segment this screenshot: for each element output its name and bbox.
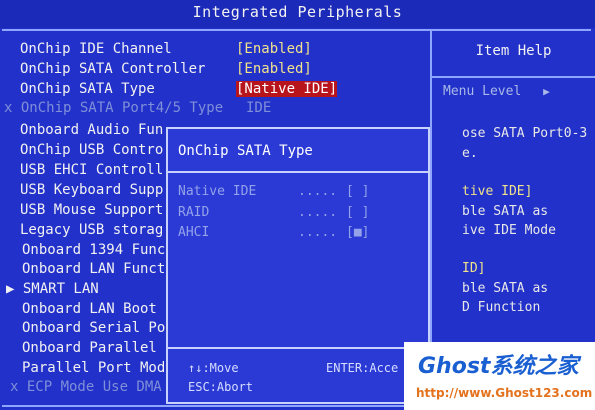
- menu-item-ecp-mode-dma: x ECP Mode Use DMA: [10, 379, 162, 395]
- menu-value-onchip-ide-channel[interactable]: [Enabled]: [236, 41, 312, 57]
- menu-item-onboard-lan-boot[interactable]: Onboard LAN Boot: [22, 301, 157, 317]
- menu-item-onboard-audio[interactable]: Onboard Audio Fun: [20, 122, 163, 138]
- menu-item-onboard-parallel[interactable]: Onboard Parallel: [22, 340, 157, 356]
- menu-item-onboard-lan-function[interactable]: Onboard LAN Funct: [22, 261, 165, 277]
- option-checkbox[interactable]: [ ]: [346, 184, 369, 199]
- menu-level-label: Menu Level: [443, 84, 522, 99]
- menu-item-onboard-serial-port[interactable]: Onboard Serial Po: [22, 320, 165, 336]
- menu-item-onchip-usb[interactable]: OnChip USB Contro: [20, 142, 163, 158]
- help-line: e.: [462, 146, 478, 161]
- help-line: ble SATA as: [462, 281, 549, 296]
- dialog-footer-separator: [168, 347, 428, 349]
- menu-level: Menu Level ▶: [443, 84, 550, 99]
- help-line: ive IDE Mode: [462, 223, 556, 238]
- option-raid[interactable]: RAID..... [ ]: [178, 205, 369, 220]
- menu-level-arrow-icon: ▶: [543, 85, 550, 98]
- watermark-logo: Ghost系统之家 http://www.Ghost123.com: [404, 342, 595, 410]
- page-title: Integrated Peripherals: [0, 0, 595, 28]
- option-ahci[interactable]: AHCI..... [■]: [178, 225, 369, 240]
- menu-item-onchip-sata-type[interactable]: OnChip SATA Type: [20, 81, 155, 97]
- menu-item-usb-keyboard[interactable]: USB Keyboard Supp: [20, 182, 163, 198]
- footer-abort-hint: ESC:Abort: [188, 380, 254, 394]
- option-native-ide[interactable]: Native IDE..... [ ]: [178, 184, 369, 199]
- menu-value-sata-port45-type: IDE: [246, 100, 272, 116]
- menu-value-onchip-sata-controller[interactable]: [Enabled]: [236, 61, 312, 77]
- menu-item-sata-port45-type: x OnChip SATA Port4/5 Type: [4, 100, 224, 116]
- footer-enter-hint: ENTER:Acce: [326, 361, 399, 375]
- option-dots: .....: [298, 205, 338, 220]
- menu-item-usb-mouse[interactable]: USB Mouse Support: [20, 202, 163, 218]
- option-checkbox[interactable]: [■]: [346, 225, 369, 240]
- menu-item-onchip-ide-channel[interactable]: OnChip IDE Channel: [20, 41, 172, 57]
- menu-item-usb-ehci[interactable]: USB EHCI Controll: [20, 162, 163, 178]
- menu-item-smart-lan[interactable]: ▶ SMART LAN: [6, 281, 99, 297]
- option-dots: .....: [298, 184, 338, 199]
- footer-move-hint: ↑↓:Move: [188, 361, 239, 375]
- bios-screen: Integrated Peripherals Item Help Menu Le…: [0, 0, 595, 410]
- menu-item-onchip-sata-controller[interactable]: OnChip SATA Controller: [20, 61, 205, 77]
- option-checkbox[interactable]: [ ]: [346, 205, 369, 220]
- dialog-title: OnChip SATA Type: [178, 143, 313, 159]
- menu-item-legacy-usb-storage[interactable]: Legacy USB storag: [20, 222, 163, 238]
- help-separator: [432, 76, 595, 78]
- option-dots: .....: [298, 225, 338, 240]
- help-line: ose SATA Port0-3: [462, 126, 588, 141]
- option-label: AHCI: [178, 225, 210, 240]
- option-label: Native IDE: [178, 184, 257, 199]
- dialog-title-separator: [168, 171, 428, 173]
- item-help-header: Item Help: [475, 43, 552, 59]
- watermark-title: Ghost系统之家: [418, 354, 579, 379]
- sata-type-dialog: OnChip SATA Type Native IDE..... [ ] RAID…: [166, 127, 430, 404]
- help-line: ble SATA as: [462, 204, 549, 219]
- menu-item-onboard-1394[interactable]: Onboard 1394 Func: [22, 242, 165, 258]
- help-line: D Function: [462, 300, 541, 315]
- menu-value-onchip-sata-type[interactable]: [Native IDE]: [236, 81, 338, 97]
- option-label: RAID: [178, 205, 210, 220]
- help-line: tive IDE]: [462, 184, 533, 199]
- help-line: ID]: [462, 261, 486, 276]
- watermark-url: http://www.Ghost123.com: [416, 386, 593, 400]
- menu-item-parallel-port-mode[interactable]: Parallel Port Mod: [22, 360, 165, 376]
